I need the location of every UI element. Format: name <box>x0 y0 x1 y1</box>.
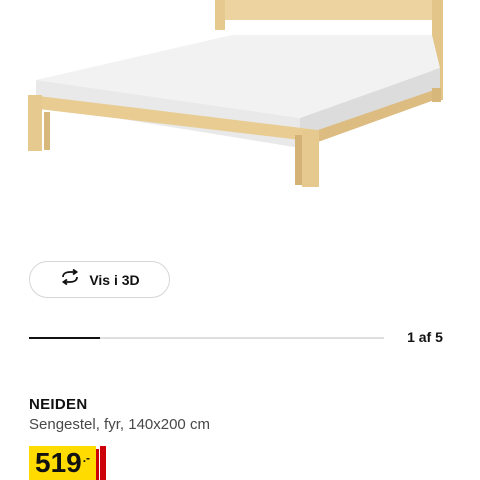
view-in-3d-label: Vis i 3D <box>89 271 140 288</box>
product-image[interactable] <box>0 0 480 240</box>
rotate-3d-icon <box>59 268 81 290</box>
carousel-progress-fill <box>29 337 100 339</box>
frame-leg-front-right <box>302 130 319 187</box>
product-description: Sengestel, fyr, 140x200 cm <box>29 416 210 433</box>
frame-leg-back-right <box>432 88 441 102</box>
headboard-panel <box>225 0 435 20</box>
view-in-3d-button[interactable]: Vis i 3D <box>29 261 170 298</box>
price-suffix: .- <box>82 451 91 465</box>
carousel-progress <box>29 337 384 339</box>
product-name[interactable]: NEIDEN <box>29 396 87 413</box>
frame-leg-front-right-inner <box>295 135 302 185</box>
price-tag: 519 .- <box>29 446 107 480</box>
price-box: 519 .- <box>29 446 97 480</box>
frame-leg-back-left <box>44 112 50 150</box>
price-accent-bar <box>100 446 107 480</box>
price-value: 519 <box>35 447 82 478</box>
frame-leg-front-left <box>28 95 42 151</box>
headboard-post-left <box>215 0 225 30</box>
carousel-position: 1 af 5 <box>407 329 443 345</box>
